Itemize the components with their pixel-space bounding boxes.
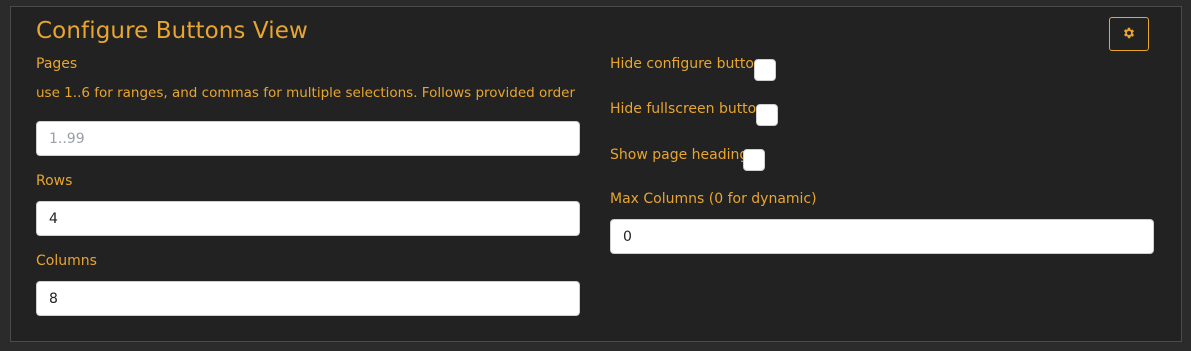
pages-label: Pages (36, 56, 78, 72)
pages-input[interactable] (36, 121, 580, 156)
show-headings-checkbox[interactable] (743, 149, 765, 171)
rows-label: Rows (36, 173, 73, 189)
hide-fullscreen-checkbox[interactable] (756, 104, 778, 126)
rows-input[interactable] (36, 201, 580, 236)
columns-label: Columns (36, 253, 97, 269)
hide-fullscreen-label: Hide fullscreen button (610, 101, 766, 117)
page-title: Configure Buttons View (36, 18, 308, 44)
gear-icon (1122, 25, 1136, 44)
pages-hint: use 1..6 for ranges, and commas for mult… (36, 85, 576, 101)
show-headings-label: Show page headings (610, 147, 756, 163)
columns-input[interactable] (36, 281, 580, 316)
configure-buttons-panel: Configure Buttons View Pages use 1..6 fo… (10, 6, 1182, 342)
max-columns-label: Max Columns (0 for dynamic) (610, 191, 817, 207)
max-columns-input[interactable] (610, 219, 1154, 254)
hide-configure-label: Hide configure button (610, 56, 763, 72)
hide-configure-checkbox[interactable] (754, 59, 776, 81)
settings-button[interactable] (1109, 17, 1149, 51)
